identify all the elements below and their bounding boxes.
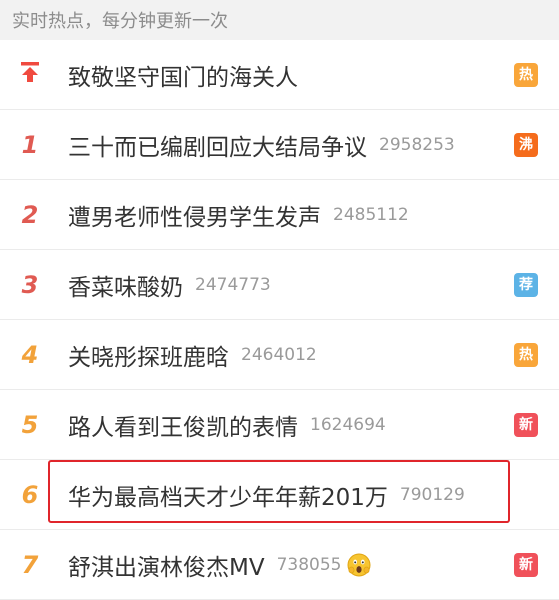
rank-number: 2 <box>21 200 39 229</box>
rank-number: 7 <box>21 550 39 579</box>
heat-count: 1624694 <box>310 414 386 435</box>
list-item[interactable]: 6 华为最高档天才少年年薪201万 790129 <box>0 460 559 530</box>
list-item-title[interactable]: 舒淇出演林俊杰MV <box>68 548 265 582</box>
heat-count: 2474773 <box>195 274 271 295</box>
heat-count: 2958253 <box>379 134 455 155</box>
header-text: 实时热点，每分钟更新一次 <box>12 11 228 32</box>
list-item-title[interactable]: 香菜味酸奶 <box>68 268 183 302</box>
list-item[interactable]: 1 三十而已编剧回应大结局争议 2958253 沸 <box>0 110 559 180</box>
new-badge: 新 <box>514 553 538 577</box>
heat-count: 2485112 <box>333 204 409 225</box>
hot-badge: 热 <box>514 343 538 367</box>
rank-pinned <box>0 60 60 90</box>
hot-search-header: 实时热点，每分钟更新一次 <box>0 0 559 40</box>
list-item[interactable]: 3 香菜味酸奶 2474773 荐 <box>0 250 559 320</box>
list-item[interactable]: 2 遭男老师性侵男学生发声 2485112 <box>0 180 559 250</box>
rank-number: 4 <box>21 340 39 369</box>
recommend-badge: 荐 <box>514 273 538 297</box>
new-badge: 新 <box>514 413 538 437</box>
rank-number: 5 <box>21 410 39 439</box>
list-item-pinned[interactable]: 致敬坚守国门的海关人 热 <box>0 40 559 110</box>
rank-number: 3 <box>21 270 39 299</box>
hot-search-list: 致敬坚守国门的海关人 热 1 三十而已编剧回应大结局争议 2958253 沸 2… <box>0 40 559 600</box>
list-item-title[interactable]: 遭男老师性侵男学生发声 <box>68 198 321 232</box>
list-item[interactable]: 4 关晓彤探班鹿晗 2464012 热 <box>0 320 559 390</box>
list-item-title[interactable]: 关晓彤探班鹿晗 <box>68 338 229 372</box>
rank-number: 1 <box>21 130 39 159</box>
heat-count: 2464012 <box>241 344 317 365</box>
list-item-title[interactable]: 路人看到王俊凯的表情 <box>68 408 298 442</box>
list-item[interactable]: 7 舒淇出演林俊杰MV 738055 新 <box>0 530 559 600</box>
heat-count: 738055 <box>276 554 342 575</box>
list-item[interactable]: 5 路人看到王俊凯的表情 1624694 新 <box>0 390 559 460</box>
list-item-title[interactable]: 华为最高档天才少年年薪201万 <box>68 478 388 512</box>
pin-top-icon <box>21 61 39 82</box>
list-item-title[interactable]: 三十而已编剧回应大结局争议 <box>68 128 367 162</box>
list-item-title[interactable]: 致敬坚守国门的海关人 <box>68 58 298 92</box>
boil-badge: 沸 <box>514 133 538 157</box>
hot-badge: 热 <box>514 63 538 87</box>
rank-number: 6 <box>21 480 39 509</box>
screaming-face-emoji-icon <box>347 553 371 576</box>
heat-count: 790129 <box>399 484 465 505</box>
